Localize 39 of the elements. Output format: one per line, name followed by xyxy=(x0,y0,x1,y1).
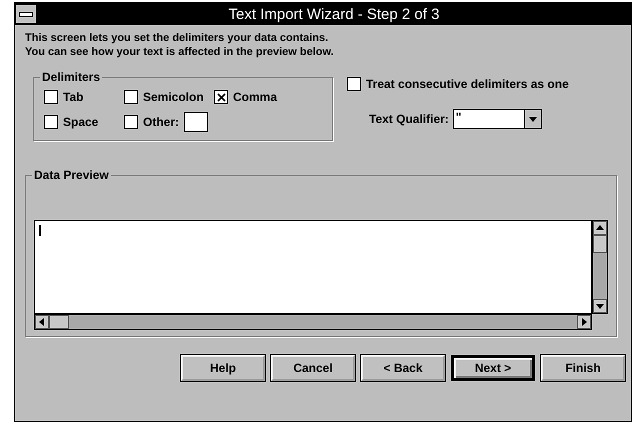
checkbox[interactable] xyxy=(44,115,58,129)
group-label: Delimiters xyxy=(40,70,102,84)
other-delimiter-field[interactable] xyxy=(184,112,208,132)
scroll-left-button[interactable] xyxy=(35,315,49,329)
dialog-button[interactable]: Cancel xyxy=(271,355,355,381)
vertical-scrollbar[interactable] xyxy=(592,220,608,314)
text-cursor xyxy=(39,225,41,236)
dialog-button[interactable]: Finish xyxy=(541,355,625,381)
checkbox[interactable] xyxy=(347,77,361,91)
preview-list[interactable] xyxy=(34,220,592,314)
scroll-down-button[interactable] xyxy=(593,299,607,313)
checkbox[interactable] xyxy=(214,90,228,104)
checkbox-label: Tab xyxy=(63,90,84,104)
arrow-icon xyxy=(595,223,605,233)
dialog-button[interactable]: Help xyxy=(181,355,265,381)
scrollbar-thumb[interactable] xyxy=(593,235,607,253)
text-qualifier-dropdown[interactable]: " xyxy=(452,109,542,129)
checkbox-label: Other: xyxy=(143,115,179,129)
scrollbar-thumb[interactable] xyxy=(49,315,69,329)
checkbox[interactable] xyxy=(124,90,138,104)
system-menu-button[interactable] xyxy=(15,4,37,24)
window-title: Text Import Wizard - Step 2 of 3 xyxy=(228,6,440,22)
group-label: Data Preview xyxy=(32,168,111,182)
arrow-icon xyxy=(37,317,47,327)
dialog-button[interactable]: < Back xyxy=(361,355,445,381)
field-label: Text Qualifier: xyxy=(369,112,449,126)
checkbox-label: Comma xyxy=(233,90,278,104)
arrow-icon xyxy=(528,114,538,124)
scroll-right-button[interactable] xyxy=(577,315,591,329)
dialog-button[interactable]: Next > xyxy=(451,355,535,381)
checkbox[interactable] xyxy=(44,90,58,104)
scroll-up-button[interactable] xyxy=(593,221,607,235)
checkbox[interactable] xyxy=(124,115,138,129)
instruction-text: This screen lets you set the delimiters your data contains. xyxy=(25,31,330,45)
checkbox-label: Semicolon xyxy=(143,90,204,104)
checkbox-label: Space xyxy=(63,115,98,129)
checkbox-label: Treat consecutive delimiters as one xyxy=(366,77,569,91)
instruction-text: You can see how your text is affected in the preview below. xyxy=(25,45,335,59)
horizontal-scrollbar[interactable] xyxy=(34,314,592,330)
